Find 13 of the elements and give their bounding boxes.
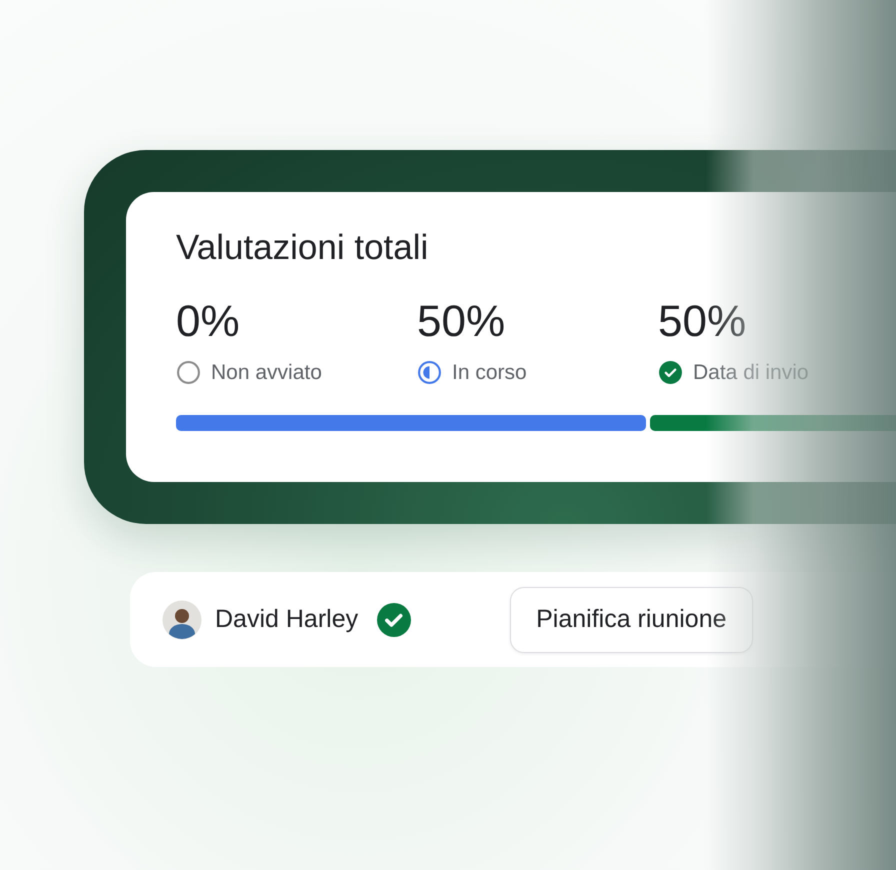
stat-value: 50% <box>417 300 506 344</box>
schedule-button[interactable]: Pianifica riunione <box>510 586 753 652</box>
card-title: Valutazioni totali <box>176 228 430 268</box>
empty-circle-icon <box>176 360 201 385</box>
check-circle-icon <box>658 360 683 385</box>
stat-label: Data di invio <box>693 360 809 384</box>
half-circle-icon <box>417 360 442 385</box>
avatar-icon <box>162 600 202 640</box>
stat-label: Non avviato <box>211 360 322 384</box>
stat-value: 0% <box>176 300 241 344</box>
stat-value: 50% <box>658 300 748 344</box>
person-name: David Harley <box>215 605 358 634</box>
stat-label: In corso <box>452 360 527 384</box>
